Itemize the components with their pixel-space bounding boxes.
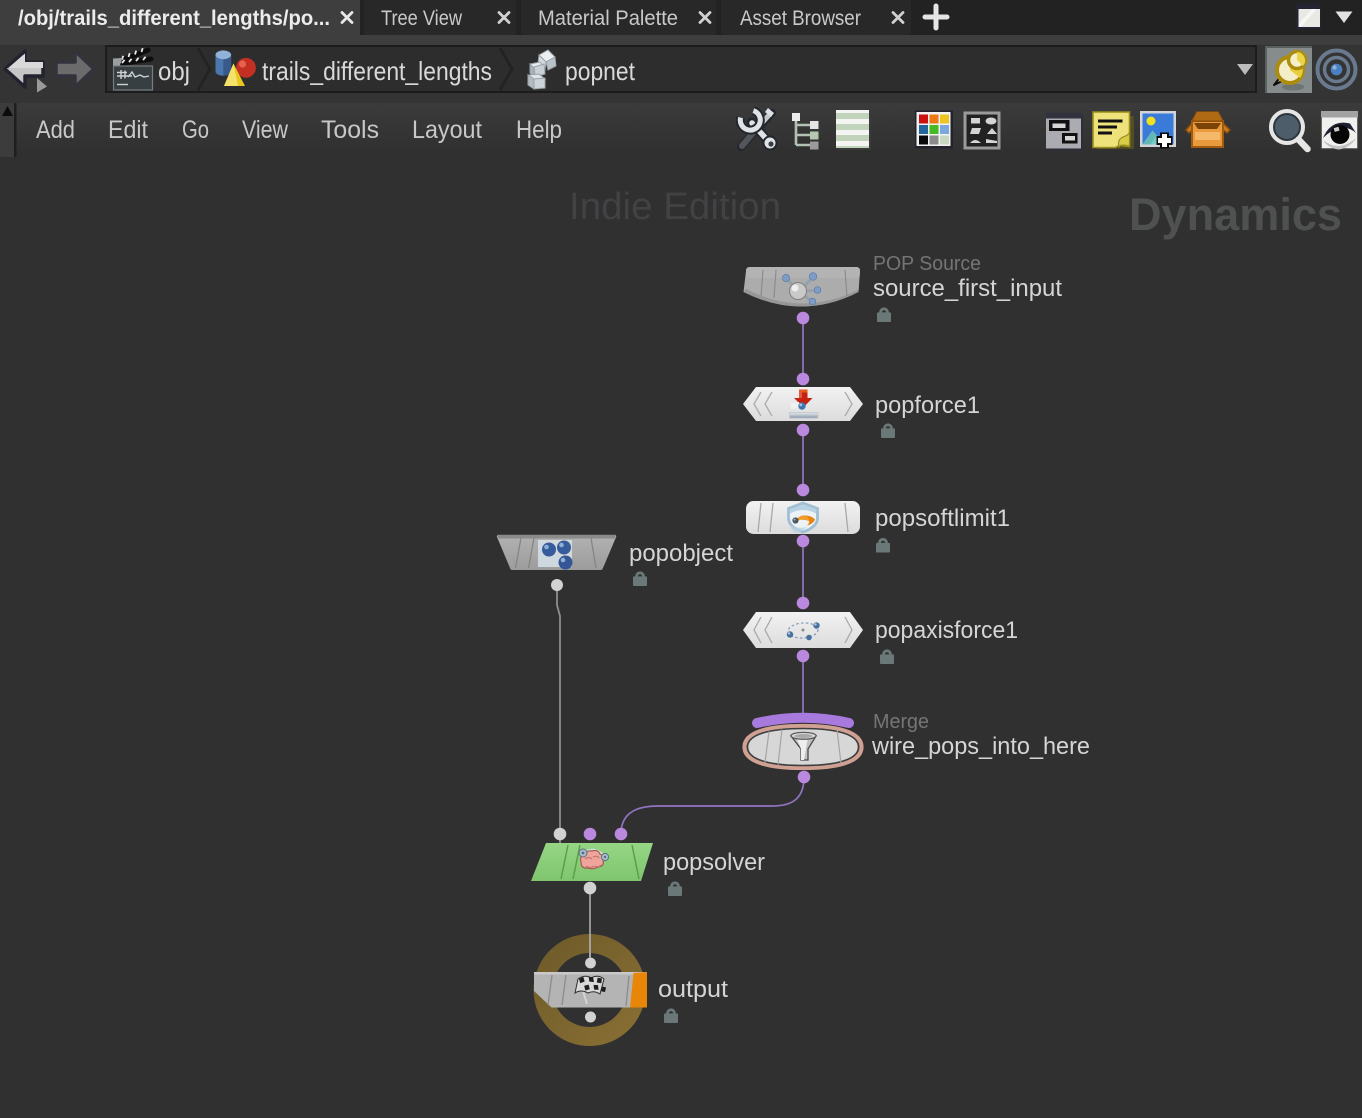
svg-text:/obj/trails_different_lengths/: /obj/trails_different_lengths/po... [18, 7, 330, 30]
svg-text:popobject: popobject [629, 540, 733, 567]
svg-text:source_first_input: source_first_input [873, 275, 1062, 302]
svg-text:output: output [658, 976, 728, 1003]
svg-text:popforce1: popforce1 [875, 392, 980, 419]
svg-text:trails_different_lengths: trails_different_lengths [262, 56, 492, 86]
svg-text:Go: Go [182, 116, 209, 144]
svg-text:Edit: Edit [108, 116, 148, 144]
svg-text:Merge: Merge [873, 711, 929, 733]
svg-text:View: View [242, 116, 289, 144]
svg-text:Material Palette: Material Palette [538, 7, 678, 30]
svg-text:popsolver: popsolver [663, 849, 765, 876]
svg-text:Dynamics: Dynamics [1129, 189, 1342, 240]
svg-text:Asset Browser: Asset Browser [740, 7, 861, 30]
svg-text:Tools: Tools [321, 116, 379, 144]
svg-text:Add: Add [36, 116, 75, 144]
svg-text:popnet: popnet [565, 56, 636, 86]
svg-text:POP Source: POP Source [873, 253, 981, 275]
svg-text:Help: Help [516, 116, 562, 144]
svg-text:Tree View: Tree View [381, 7, 463, 30]
svg-text:Indie Edition: Indie Edition [569, 186, 781, 228]
svg-text:obj: obj [158, 56, 190, 86]
svg-text:Layout: Layout [412, 116, 482, 144]
svg-text:wire_pops_into_here: wire_pops_into_here [871, 733, 1090, 760]
svg-text:popaxisforce1: popaxisforce1 [875, 617, 1018, 644]
svg-text:popsoftlimit1: popsoftlimit1 [875, 505, 1010, 532]
